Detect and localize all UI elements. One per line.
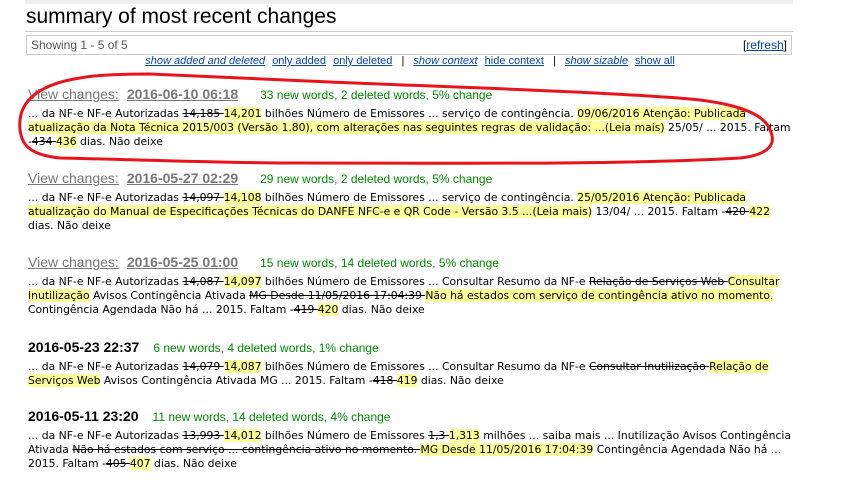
- entry-date: 2016-06-10 06:18: [126, 86, 239, 102]
- context-text: bilhões Número de Emissores: [261, 429, 429, 442]
- page-title: summary of most recent changes: [26, 5, 337, 28]
- context-text: ... da NF-e NF-e Autorizadas: [28, 107, 183, 120]
- added-text: 1,313: [448, 429, 480, 442]
- added-text: MG Desde 11/05/2016 17:04:39: [420, 443, 594, 456]
- entry-header: View changes: 2016-06-10 06:18 33 new word…: [28, 86, 793, 104]
- context-text: Avisos Contingência Ativada: [89, 289, 250, 302]
- added-text: 14,097: [223, 275, 262, 288]
- view-changes-link[interactable]: View changes: 2016-05-27 02:29: [28, 170, 246, 186]
- entry-header: 2016-05-23 22:37 6 new words, 4 deleted w…: [28, 339, 793, 357]
- added-text: 422: [749, 205, 770, 218]
- entry-header: View changes: 2016-05-27 02:29 29 new word…: [28, 170, 793, 188]
- context-text: dias. Não deixe: [417, 374, 504, 387]
- entry-date: 2016-05-25 01:00: [126, 254, 239, 270]
- deleted-text: 14,087: [182, 275, 224, 288]
- added-text: 436: [55, 135, 77, 148]
- context-text: ... da NF-e NF-e Autorizadas: [28, 191, 183, 204]
- deleted-text: MG Desde 11/05/2016 17:04:39: [249, 289, 426, 302]
- context-text: dias. Não deixe: [338, 303, 425, 316]
- change-stats: 29 new words, 2 deleted words, 5% change: [260, 172, 493, 186]
- context-text: bilhões Número de Emissores ... serviço …: [261, 107, 578, 120]
- deleted-text: 405: [105, 457, 130, 470]
- change-entry: View changes: 2016-05-27 02:29 29 new word…: [28, 170, 793, 233]
- context-text: 13/04/ ... 2015. Faltam -: [592, 205, 726, 218]
- context-text: ... da NF-e NF-e Autorizadas: [28, 360, 183, 373]
- bracket-close: ]: [783, 38, 787, 52]
- added-text: Não há estados com serviço de contingênc…: [425, 289, 774, 302]
- added-text: 14,201: [223, 107, 262, 120]
- view-changes-label: View changes:: [28, 170, 119, 186]
- context-text: bilhões Número de Emissores ... serviço …: [261, 191, 578, 204]
- change-stats: 15 new words, 14 deleted words, 5% chang…: [260, 256, 499, 270]
- entry-date: 2016-05-27 02:29: [126, 170, 239, 186]
- deleted-text: 14,097: [182, 191, 224, 204]
- change-entry: 2016-05-23 22:37 6 new words, 4 deleted w…: [28, 339, 793, 388]
- entry-date: 2016-05-11 23:20: [28, 408, 139, 424]
- added-text: 14,012: [223, 429, 262, 442]
- added-text: 419: [396, 374, 418, 387]
- results-count: Showing 1 - 5 of 5: [31, 38, 128, 52]
- deleted-text: 13,993: [182, 429, 224, 442]
- show-all-link[interactable]: show all: [635, 55, 675, 67]
- view-changes-link[interactable]: View changes: 2016-06-10 06:18: [28, 86, 246, 102]
- refresh-link[interactable]: refresh: [746, 38, 783, 52]
- change-stats: 6 new words, 4 deleted words, 1% change: [153, 341, 379, 355]
- results-bar: Showing 1 - 5 of 5 [refresh]: [26, 35, 792, 55]
- added-text: 14,087: [223, 360, 262, 373]
- change-stats: 11 new words, 14 deleted words, 4% chang…: [152, 410, 391, 424]
- entry-date: 2016-05-23 22:37: [28, 339, 140, 355]
- entry-header: 2016-05-11 23:20 11 new words, 14 deleted…: [28, 408, 793, 426]
- only-deleted-link[interactable]: only deleted: [333, 55, 392, 67]
- context-text: Avisos Contingência Ativada MG ... 2015.…: [100, 374, 373, 387]
- deleted-text: 14,079: [182, 360, 224, 373]
- view-changes-label: View changes:: [28, 254, 119, 270]
- context-text: ... da NF-e NF-e Autorizadas: [28, 429, 183, 442]
- change-entry: View changes: 2016-06-10 06:18 33 new word…: [28, 86, 793, 149]
- deleted-text: Relação de Serviços Web: [589, 275, 728, 288]
- deleted-text: 434: [31, 135, 56, 148]
- change-stats: 33 new words, 2 deleted words, 5% change: [260, 88, 493, 102]
- deleted-text: 420: [725, 205, 750, 218]
- context-text: dias. Não deixe: [150, 457, 237, 470]
- context-text: dias. Não deixe: [28, 219, 111, 232]
- deleted-text: 1,3: [428, 429, 449, 442]
- show-added-and-deleted-link[interactable]: show added and deleted: [145, 55, 265, 67]
- change-entry: 2016-05-11 23:20 11 new words, 14 deleted…: [28, 408, 793, 471]
- change-entry: View changes: 2016-05-25 01:00 15 new word…: [28, 254, 793, 317]
- hide-context-link[interactable]: hide context: [485, 55, 544, 67]
- filter-links: show added and deleted only added only d…: [26, 55, 794, 67]
- view-changes-link[interactable]: View changes: 2016-05-25 01:00: [28, 254, 246, 270]
- separator: |: [553, 55, 556, 67]
- only-added-link[interactable]: only added: [272, 55, 326, 67]
- context-text: bilhões Número de Emissores ... Consulta…: [261, 275, 589, 288]
- deleted-text: Consultar Inutilização: [589, 360, 710, 373]
- diff-snippet: ... da NF-e NF-e Autorizadas 14,087 14,0…: [28, 275, 793, 317]
- diff-snippet: ... da NF-e NF-e Autorizadas 13,993 14,0…: [28, 429, 793, 471]
- separator: |: [401, 55, 405, 67]
- show-sizable-link[interactable]: show sizable: [565, 55, 628, 67]
- deleted-text: 419: [293, 303, 318, 316]
- deleted-text: Não há estados com serviço ... contingên…: [72, 443, 421, 456]
- title-divider: [25, 31, 793, 32]
- entry-header: View changes: 2016-05-25 01:00 15 new word…: [28, 254, 793, 272]
- context-text: Contingência Agendada Não há ... 2015. F…: [28, 303, 294, 316]
- diff-snippet: ... da NF-e NF-e Autorizadas 14,079 14,0…: [28, 360, 793, 388]
- refresh-wrapper: [refresh]: [743, 38, 787, 52]
- context-text: bilhões Número de Emissores ... Consulta…: [261, 360, 589, 373]
- top-bar: [25, 0, 793, 4]
- view-changes-label: View changes:: [28, 86, 119, 102]
- added-text: 420: [317, 303, 339, 316]
- deleted-text: 418: [372, 374, 397, 387]
- diff-snippet: ... da NF-e NF-e Autorizadas 14,185 14,2…: [28, 107, 793, 149]
- added-text: 14,108: [223, 191, 262, 204]
- context-text: dias. Não deixe: [76, 135, 163, 148]
- context-text: ... da NF-e NF-e Autorizadas: [28, 275, 183, 288]
- added-text: 407: [129, 457, 151, 470]
- diff-snippet: ... da NF-e NF-e Autorizadas 14,097 14,1…: [28, 191, 793, 233]
- show-context-link[interactable]: show context: [413, 55, 477, 67]
- deleted-text: 14,185: [182, 107, 224, 120]
